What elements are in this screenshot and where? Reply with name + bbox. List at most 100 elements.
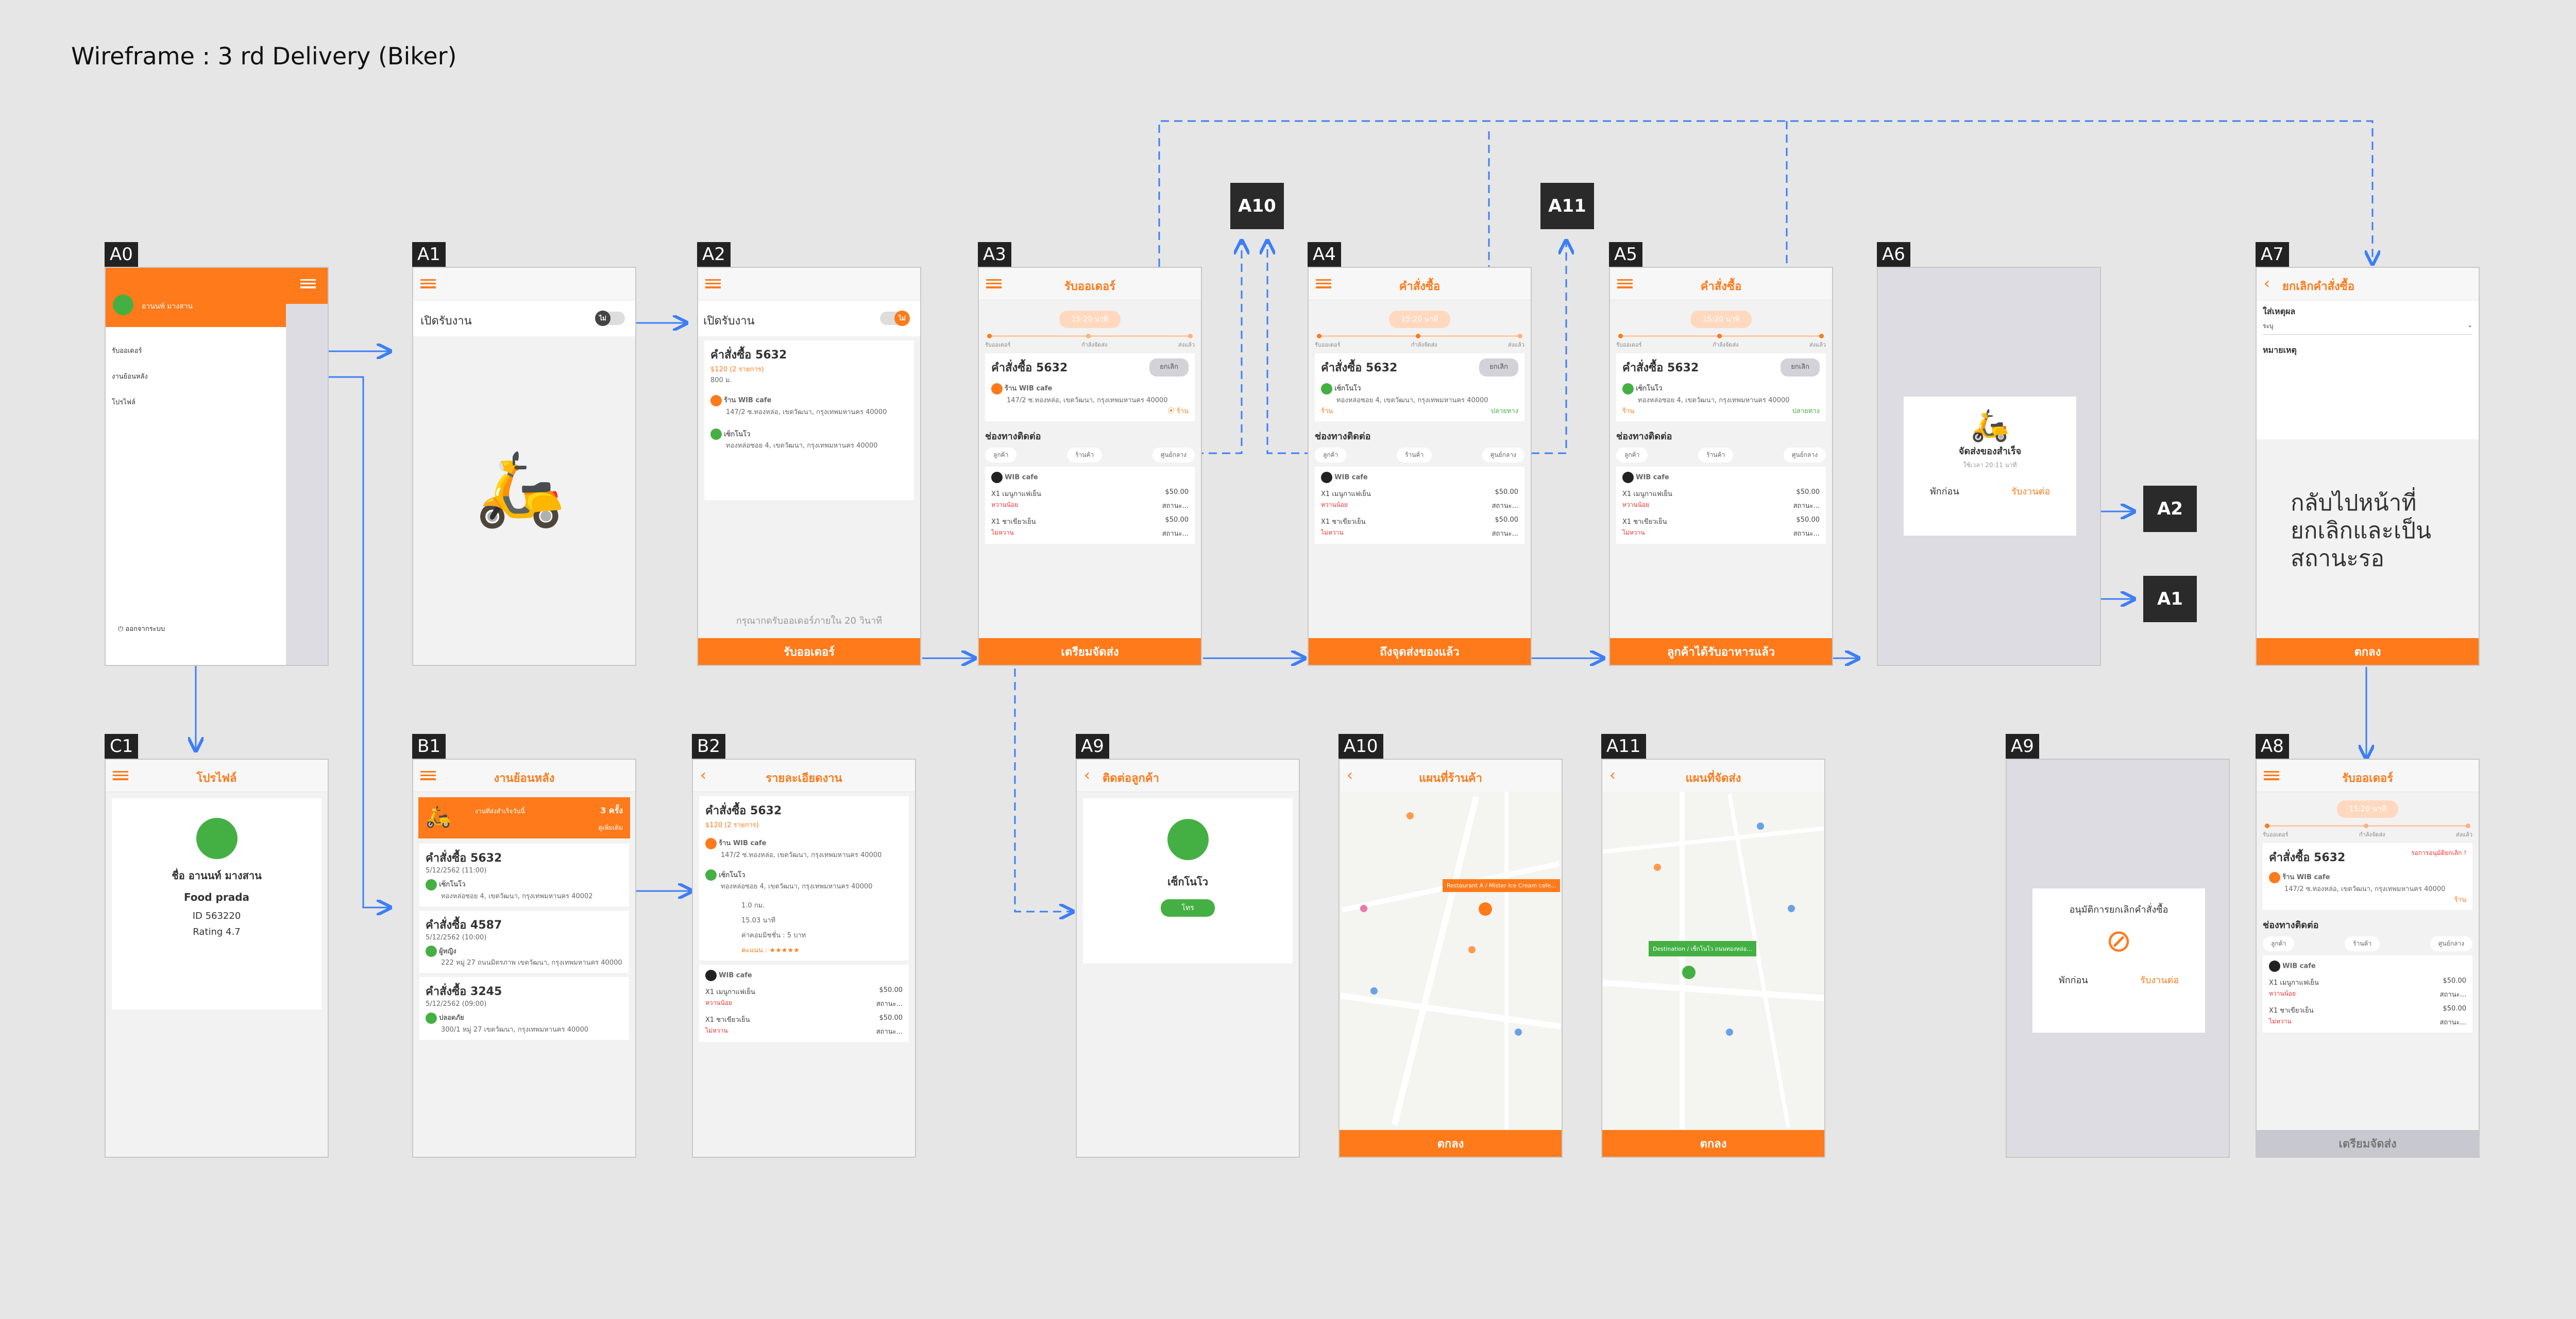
map-view[interactable]: Destination / เซ็กโนโว ถนนทองหล่อ... (1602, 792, 1824, 1130)
customer-address: ทองหล่อซอย 4, เขตวัฒนา, กรุงเทพมหานคร 40… (726, 442, 878, 450)
cancel-button[interactable]: ยกเลิก (1781, 358, 1820, 376)
rest-button[interactable]: พักก่อน (2059, 972, 2088, 987)
map-view[interactable]: Restaurant A / Mister Ice Cream cafe... (1340, 792, 1562, 1130)
destination-map-link[interactable]: ปลายทาง (1491, 405, 1518, 416)
history-item[interactable]: คำสั่งซื้อ 4587 5/12/2562 (10:00) ผู้หญิง… (419, 910, 629, 973)
contact-shop-chip[interactable]: ร้านค้า (1067, 447, 1103, 462)
screen-a4-delivering: คำสั่งซื้อ 15:20 นาที รับออเดอร์ กำลังจัด… (1308, 267, 1532, 666)
order-card[interactable]: คำสั่งซื้อ 5632 ยกเลิก เซ็กโนโว ทองหล่อซอ… (1315, 353, 1524, 421)
screen-title: คำสั่งซื้อ (1700, 280, 1742, 293)
frame-label-a4: A4 (1308, 242, 1341, 267)
menu-icon[interactable] (705, 279, 721, 288)
rating-stars: คะแนน : ★★★★★ (741, 947, 800, 954)
customer-address: ทองหล่อซอย 4, เขตวัฒนา, กรุงเทพมหานคร 40… (1638, 396, 1790, 404)
app-bar: งานย้อนหลัง (413, 760, 635, 792)
toggle-label: เปิดรับงาน (420, 315, 472, 328)
contact-customer-chip[interactable]: ลูกค้า (985, 447, 1017, 462)
progress-track (987, 334, 1193, 338)
contact-heading: ช่องทางติดต่อ (1616, 431, 1672, 442)
ok-button[interactable]: ตกลง (1602, 1130, 1824, 1157)
work-toggle[interactable]: ไม่ (880, 311, 910, 326)
continue-button[interactable]: รับงานต่อ (2140, 972, 2179, 987)
rest-button[interactable]: พักก่อน (1930, 484, 1959, 499)
order-card[interactable]: คำสั่งซื้อ 5632 รอการอนุมัติยกเลิก ! ร้าน… (2263, 843, 2472, 910)
toggle-label: เปิดรับงาน (703, 315, 755, 328)
shop-map-link[interactable]: ⦿ ร้าน (991, 405, 1189, 416)
order-card[interactable]: คำสั่งซื้อ 5632 $120 (2 รายการ) 800 ม. ร… (704, 340, 914, 500)
drawer-header: อานนท์ มางสาน (106, 268, 286, 327)
screen-a6-success: 🛵 จัดส่งของสำเร็จ ใช้เวลา 20:11 นาที พัก… (1877, 267, 2101, 666)
contact-center-chip[interactable]: ศูนย์กลาง (1152, 447, 1195, 462)
store-logo-icon (705, 970, 717, 981)
contact-center-chip[interactable]: ศูนย์กลาง (1783, 447, 1826, 462)
drawer-item-history[interactable]: งานย้อนหลัง (112, 371, 148, 382)
screen-title: แผนที่จัดส่ง (1685, 772, 1741, 785)
back-icon[interactable]: ‹ (1084, 768, 1090, 783)
history-item[interactable]: คำสั่งซื้อ 3245 5/12/2562 (09:00) ปลอดภัย… (419, 977, 629, 1040)
eta-pill: 15:20 นาที (1690, 311, 1752, 328)
cancel-button[interactable]: ยกเลิก (1479, 358, 1518, 376)
shop-icon (2269, 871, 2280, 883)
shop-name: ร้าน WIB cafe (1005, 385, 1053, 392)
screen-a9-contact: ‹ ติดต่อลูกค้า เซ็กโนโว โทร (1076, 759, 1300, 1158)
contact-shop-chip[interactable]: ร้านค้า (1397, 447, 1432, 462)
screen-a3-accepted: รับออเดอร์ 15:20 นาที รับออเดอร์ กำลังจัด… (978, 267, 1202, 666)
destination-map-link[interactable]: ปลายทาง (1792, 405, 1820, 416)
cancel-button[interactable]: ยกเลิก (1149, 358, 1189, 376)
dash-a3-a10 (1195, 242, 1242, 454)
contact-shop-chip[interactable]: ร้านค้า (2345, 936, 2380, 951)
progress-labels: รับออเดอร์ กำลังจัดส่ง ส่งแล้ว (2263, 831, 2472, 838)
summary-banner[interactable]: 🛵 งานที่ส่งสำเร็จวันนี้ 3 ครั้ง ดูเพิ่มเ… (418, 797, 630, 838)
shop-map-link[interactable]: ร้าน (2269, 894, 2466, 905)
store-logo-icon (1622, 471, 1634, 483)
cancel-pending-badge: รอการอนุมัติยกเลิก ! (2411, 849, 2466, 857)
history-item[interactable]: คำสั่งซื้อ 5632 5/12/2562 (11:00) เซ็กโนโ… (419, 844, 629, 906)
accept-order-button[interactable]: รับออเดอร์ (698, 638, 920, 665)
screen-b1-history: งานย้อนหลัง 🛵 งานที่ส่งสำเร็จวันนี้ 3 คร… (412, 759, 636, 1158)
prepare-delivery-button[interactable]: เตรียมจัดส่ง (979, 638, 1201, 665)
confirm-button[interactable]: ตกลง (2257, 638, 2479, 665)
order-number: คำสั่งซื้อ 5632 (1622, 362, 1699, 374)
contact-center-chip[interactable]: ศูนย์กลาง (2430, 936, 2472, 951)
app-bar: ‹ แผนที่จัดส่ง (1602, 760, 1824, 792)
ref-box-a2: A2 (2143, 486, 2197, 532)
arrived-button[interactable]: ถึงจุดส่งของแล้ว (1309, 638, 1531, 665)
contact-customer-chip[interactable]: ลูกค้า (1315, 447, 1347, 462)
screen-title: รับออเดอร์ (2342, 772, 2394, 785)
store-logo-icon (991, 471, 1003, 483)
menu-icon[interactable] (300, 279, 316, 288)
contact-shop-chip[interactable]: ร้านค้า (1698, 447, 1734, 462)
shop-icon (705, 837, 717, 849)
dialog-title: อนุมัติการยกเลิกคำสั่งซื้อ (2069, 904, 2168, 915)
shop-callout: Restaurant A / Mister Ice Cream cafe... (1443, 879, 1561, 892)
shop-map-link[interactable]: ร้าน (1622, 405, 1634, 416)
back-icon[interactable]: ‹ (2264, 276, 2270, 292)
no-food-icon: ⊘ (2106, 923, 2132, 959)
store-logo-icon (2269, 960, 2280, 972)
logout-link[interactable]: ⏻ ออกจากระบบ (118, 623, 165, 634)
frame-label-a8: A8 (2256, 734, 2289, 759)
contact-customer-chip[interactable]: ลูกค้า (2263, 936, 2295, 951)
logout-label: ออกจากระบบ (125, 625, 165, 633)
drawer-item-profile[interactable]: โปรไฟล์ (112, 397, 135, 407)
ref-box-a11: A11 (1540, 183, 1594, 229)
delivered-button[interactable]: ลูกค้าได้รับอาหารแล้ว (1610, 638, 1832, 665)
frame-label-a11: A11 (1601, 734, 1646, 759)
ok-button[interactable]: ตกลง (1340, 1130, 1562, 1157)
order-card[interactable]: คำสั่งซื้อ 5632 ยกเลิก เซ็กโนโว ทองหล่อซอ… (1616, 353, 1826, 421)
progress-labels: รับออเดอร์ กำลังจัดส่ง ส่งแล้ว (985, 341, 1195, 348)
work-toggle[interactable]: ไม่ (595, 311, 625, 326)
continue-button[interactable]: รับงานต่อ (2011, 484, 2050, 499)
scooter-icon: 🛵 (1971, 407, 2009, 443)
call-button[interactable]: โทร (1161, 899, 1215, 917)
menu-icon[interactable] (420, 279, 436, 288)
drawer-item-orders[interactable]: รับออเดอร์ (112, 345, 142, 356)
prepare-delivery-button-disabled: เตรียมจัดส่ง (2257, 1130, 2479, 1157)
contact-card: เซ็กโนโว โทร (1083, 798, 1293, 963)
order-card[interactable]: คำสั่งซื้อ 5632 ยกเลิก ร้าน WIB cafe 147/… (985, 353, 1195, 421)
shop-map-link[interactable]: ร้าน (1321, 405, 1333, 416)
app-bar: ‹ ติดต่อลูกค้า (1077, 760, 1299, 792)
contact-center-chip[interactable]: ศูนย์กลาง (1482, 447, 1524, 462)
contact-customer-chip[interactable]: ลูกค้า (1616, 447, 1648, 462)
reason-select[interactable]: ระบุ ⌄ (2263, 318, 2472, 335)
